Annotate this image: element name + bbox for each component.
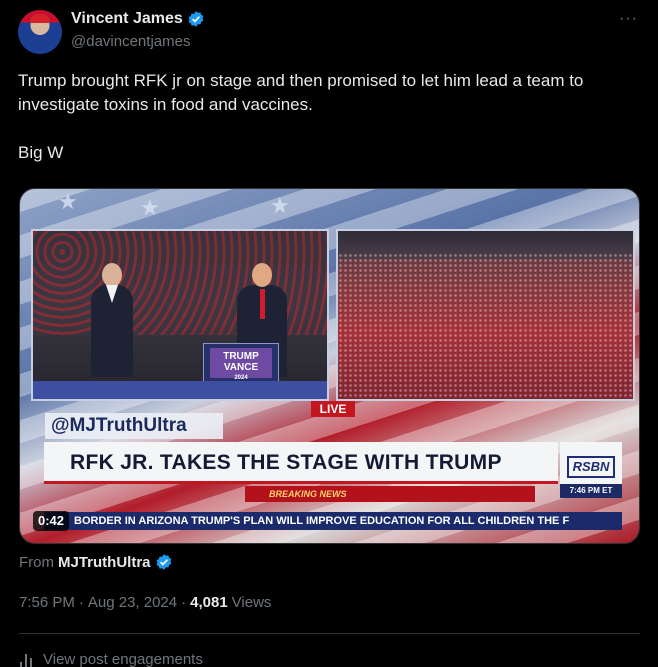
- podium: TRUMP VANCE 2024: [203, 343, 279, 385]
- network-box: RSBN 7:46 PM ET: [560, 442, 622, 498]
- author-handle[interactable]: @davincentjames: [71, 33, 190, 50]
- source-attribution: From MJTruthUltra: [19, 553, 173, 571]
- tweet-header: Vincent James @davincentjames ···: [18, 10, 640, 56]
- views-label: Views: [231, 594, 272, 611]
- network-time: 7:46 PM ET: [560, 484, 622, 498]
- meta-separator: ·: [181, 594, 187, 611]
- network-logo: RSBN: [567, 456, 615, 478]
- post-date[interactable]: Aug 23, 2024: [88, 594, 177, 611]
- post-time[interactable]: 7:56 PM: [19, 594, 75, 611]
- tweet-paragraph: Big W: [18, 143, 64, 162]
- watermark-tag: @MJTruthUltra: [45, 413, 223, 439]
- crowd-video-panel: [336, 229, 635, 401]
- source-account-link[interactable]: MJTruthUltra: [58, 554, 151, 571]
- stage-video-panel: TRUMP VANCE 2024: [31, 229, 329, 401]
- tweet-paragraph: Trump brought RFK jr on stage and then p…: [18, 71, 584, 114]
- arena-crowd: [338, 253, 633, 399]
- author-name-row: Vincent James: [71, 10, 205, 28]
- tweet-meta: 7:56 PM · Aug 23, 2024 · 4,081 Views: [19, 594, 271, 611]
- breaking-news-label: BREAKING NEWS: [245, 486, 535, 502]
- hat-shape: [30, 14, 50, 23]
- author-display-name[interactable]: Vincent James: [71, 10, 183, 28]
- video-duration: 0:42: [33, 511, 70, 531]
- view-engagements-link[interactable]: View post engagements: [19, 651, 203, 667]
- stage-floor: [33, 381, 327, 399]
- more-dots-icon[interactable]: ···: [619, 10, 638, 28]
- news-ticker: BORDER IN ARIZONA TRUMP'S PLAN WILL IMPR…: [44, 512, 622, 530]
- from-label: From: [19, 553, 54, 571]
- speaker-figure: [91, 263, 133, 377]
- divider: [19, 633, 640, 634]
- views-count: 4,081: [190, 594, 228, 611]
- meta-separator: ·: [78, 594, 84, 611]
- headline-banner: RFK JR. TAKES THE STAGE WITH TRUMP: [44, 442, 558, 484]
- analytics-bars-icon: [19, 652, 35, 667]
- live-badge: LIVE: [311, 401, 355, 417]
- headline-text: RFK JR. TAKES THE STAGE WITH TRUMP: [70, 451, 502, 474]
- verified-badge-icon: [188, 11, 204, 27]
- podium-sign: TRUMP VANCE 2024: [210, 348, 272, 381]
- verified-badge-icon: [156, 554, 171, 570]
- star-icon: ★: [270, 193, 290, 218]
- engagements-label: View post engagements: [43, 651, 203, 667]
- tweet-body: Trump brought RFK jr on stage and then p…: [18, 69, 640, 189]
- avatar[interactable]: [18, 10, 62, 54]
- video-player[interactable]: ★ ★ ★ TRUMP VANCE 2024 LIVE @MJTruthUltr…: [19, 188, 640, 544]
- star-icon: ★: [140, 195, 160, 220]
- star-icon: ★: [58, 189, 78, 214]
